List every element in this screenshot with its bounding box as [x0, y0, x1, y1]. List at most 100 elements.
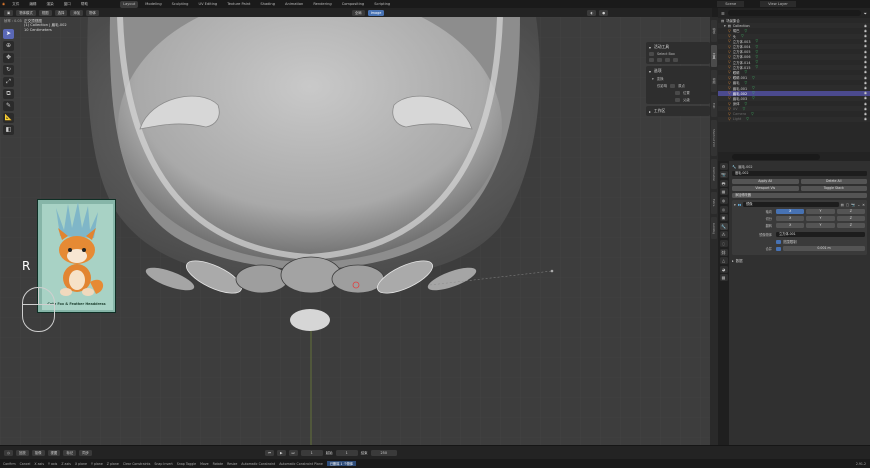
shading-solid-icon[interactable]: ● — [599, 9, 609, 16]
sidebar-tab-view[interactable]: 视图 — [711, 70, 717, 92]
outliner-editor-icon[interactable]: ☰ — [721, 11, 725, 16]
axis-x-toggle[interactable]: X — [776, 209, 805, 214]
blender-logo-icon[interactable]: ◉ — [2, 2, 5, 6]
visibility-icon[interactable]: ◉ — [864, 39, 867, 43]
jump-end-icon[interactable]: ⏭ — [288, 449, 298, 456]
visibility-icon[interactable]: ◉ — [864, 86, 867, 90]
chevron-down-icon[interactable]: ▾ — [649, 45, 651, 50]
view-layer-selector[interactable]: View Layer — [760, 1, 796, 7]
visibility-icon[interactable]: ◉ — [864, 55, 867, 59]
scene-tab-icon[interactable]: ◍ — [719, 196, 728, 204]
menu-help[interactable]: 帮助 — [78, 1, 91, 8]
affect-parents-checkbox[interactable] — [675, 97, 680, 102]
measure-tool-icon[interactable]: 📐 — [3, 113, 14, 123]
object-tab-icon[interactable]: ▣ — [719, 214, 728, 222]
start-frame-field[interactable]: 1 — [335, 449, 358, 456]
material-tab-icon[interactable]: ◕ — [719, 265, 728, 273]
outliner-item[interactable]: ▽ Light ▽ ◉ — [718, 116, 870, 122]
sidebar-tab-extra[interactable]: Extra — [711, 192, 717, 214]
delete-all-button[interactable]: Delete All — [800, 179, 867, 184]
visibility-icon[interactable]: ◉ — [864, 112, 867, 116]
view-menu[interactable]: 视图 — [47, 449, 61, 456]
mode-extend-icon[interactable] — [657, 58, 662, 62]
keying-menu[interactable]: 抠像 — [31, 449, 45, 456]
modifier-name-field[interactable]: 镜像 — [743, 202, 839, 207]
tab-texture-paint[interactable]: Texture Paint — [224, 1, 253, 8]
overlay-toggle-icon[interactable]: ◐ — [587, 9, 597, 16]
select-tool-icon[interactable]: ➤ — [3, 29, 14, 39]
tab-compositing[interactable]: Compositing — [339, 1, 368, 8]
view-menu[interactable]: 视图 — [38, 9, 52, 16]
visibility-icon[interactable]: ◉ — [864, 70, 867, 74]
dropdown-icon[interactable]: ⌄ — [857, 203, 860, 207]
world-tab-icon[interactable]: ◎ — [719, 205, 728, 213]
tab-layout[interactable]: Layout — [120, 0, 139, 8]
visibility-icon[interactable]: ◉ — [864, 44, 867, 48]
annotate-tool-icon[interactable]: ✎ — [3, 101, 14, 111]
edit-mode-icon[interactable]: ▤ — [841, 203, 844, 207]
close-icon[interactable]: ✕ — [862, 203, 865, 207]
flip-z-toggle[interactable]: Z — [836, 223, 865, 228]
rotate-tool-icon[interactable]: ↻ — [3, 65, 14, 75]
particles-tab-icon[interactable]: ⁂ — [719, 231, 728, 239]
apply-all-button[interactable]: Apply All — [732, 179, 799, 184]
playback-menu[interactable]: 回放 — [15, 449, 29, 456]
filter-icon[interactable]: ⏷ — [864, 11, 867, 16]
sidebar-tab-item[interactable]: 物体 — [711, 20, 717, 42]
flip-x-toggle[interactable]: X — [776, 223, 805, 228]
flip-y-toggle[interactable]: Y — [806, 223, 835, 228]
tab-sculpting[interactable]: Sculpting — [169, 1, 192, 8]
view-layer-tab-icon[interactable]: ▦ — [719, 188, 728, 196]
merge-checkbox[interactable] — [776, 246, 781, 251]
add-cube-tool-icon[interactable]: ◧ — [3, 125, 14, 135]
viewport-vis-button[interactable]: Viewport Vis — [732, 186, 799, 191]
editor-type-icon[interactable]: ▣ — [4, 9, 14, 16]
sidebar-tab-autorig[interactable]: AutoRig — [711, 217, 717, 239]
tool-tab-icon[interactable]: ⚙ — [719, 162, 728, 170]
clipping-checkbox[interactable] — [776, 239, 781, 244]
visibility-icon[interactable]: ◉ — [864, 91, 867, 95]
visibility-icon[interactable]: ◉ — [864, 29, 867, 33]
transform-tool-icon[interactable]: ⧉ — [3, 89, 14, 99]
constraints-tab-icon[interactable]: ⛓ — [719, 248, 728, 256]
object-name-field[interactable]: 眉毛.002 — [732, 171, 867, 176]
visibility-icon[interactable]: ◉ — [864, 60, 867, 64]
cursor-tool-icon[interactable]: ⊕ — [3, 41, 14, 51]
scene-selector[interactable]: Scene — [717, 1, 745, 7]
menu-render[interactable]: 渲染 — [44, 1, 57, 8]
current-frame-field[interactable]: 1 — [300, 449, 323, 456]
select-box-icon[interactable] — [649, 52, 654, 56]
mode-subtract-icon[interactable] — [665, 58, 670, 62]
menu-file[interactable]: 文件 — [9, 1, 22, 8]
move-tool-icon[interactable]: ✥ — [3, 53, 14, 63]
render-tab-icon[interactable]: 📷 — [719, 171, 728, 179]
physics-tab-icon[interactable]: ◌ — [719, 239, 728, 247]
chevron-right-icon[interactable]: ▸ — [732, 259, 734, 263]
snap-toggle[interactable]: Image — [367, 9, 385, 16]
visibility-icon[interactable]: ◉ — [864, 34, 867, 38]
bisect-y-toggle[interactable]: Y — [806, 216, 835, 221]
tab-animation[interactable]: Animation — [282, 1, 306, 8]
visibility-icon[interactable]: ◉ — [864, 107, 867, 111]
chevron-down-icon[interactable]: ▾ — [734, 203, 736, 207]
affect-origins-checkbox[interactable] — [670, 83, 676, 88]
bisect-x-toggle[interactable]: X — [776, 216, 805, 221]
properties-search-input[interactable] — [732, 153, 820, 160]
marker-menu[interactable]: 标记 — [63, 449, 77, 456]
data-tab-icon[interactable]: △ — [719, 257, 728, 265]
visibility-icon[interactable]: ◉ — [864, 96, 867, 100]
tab-rendering[interactable]: Rendering — [310, 1, 334, 8]
outliner-search-input[interactable] — [727, 10, 861, 16]
mode-invert-icon[interactable] — [673, 58, 678, 62]
visibility-icon[interactable]: ◉ — [864, 50, 867, 54]
tab-modeling[interactable]: Modeling — [142, 1, 164, 8]
merge-distance-field[interactable]: 0.001 m — [783, 246, 865, 251]
play-icon[interactable]: ▶ — [276, 449, 286, 456]
render-icon[interactable]: 📷 — [851, 203, 855, 207]
tab-shading[interactable]: Shading — [257, 1, 278, 8]
orientation-selector[interactable]: 全局 — [351, 9, 365, 16]
sidebar-tab-shortcut[interactable]: Shortcut VUr — [711, 120, 717, 156]
affect-locations-checkbox[interactable] — [675, 90, 680, 95]
menu-window[interactable]: 窗口 — [61, 1, 74, 8]
chevron-right-icon[interactable]: ▸ — [649, 109, 651, 114]
